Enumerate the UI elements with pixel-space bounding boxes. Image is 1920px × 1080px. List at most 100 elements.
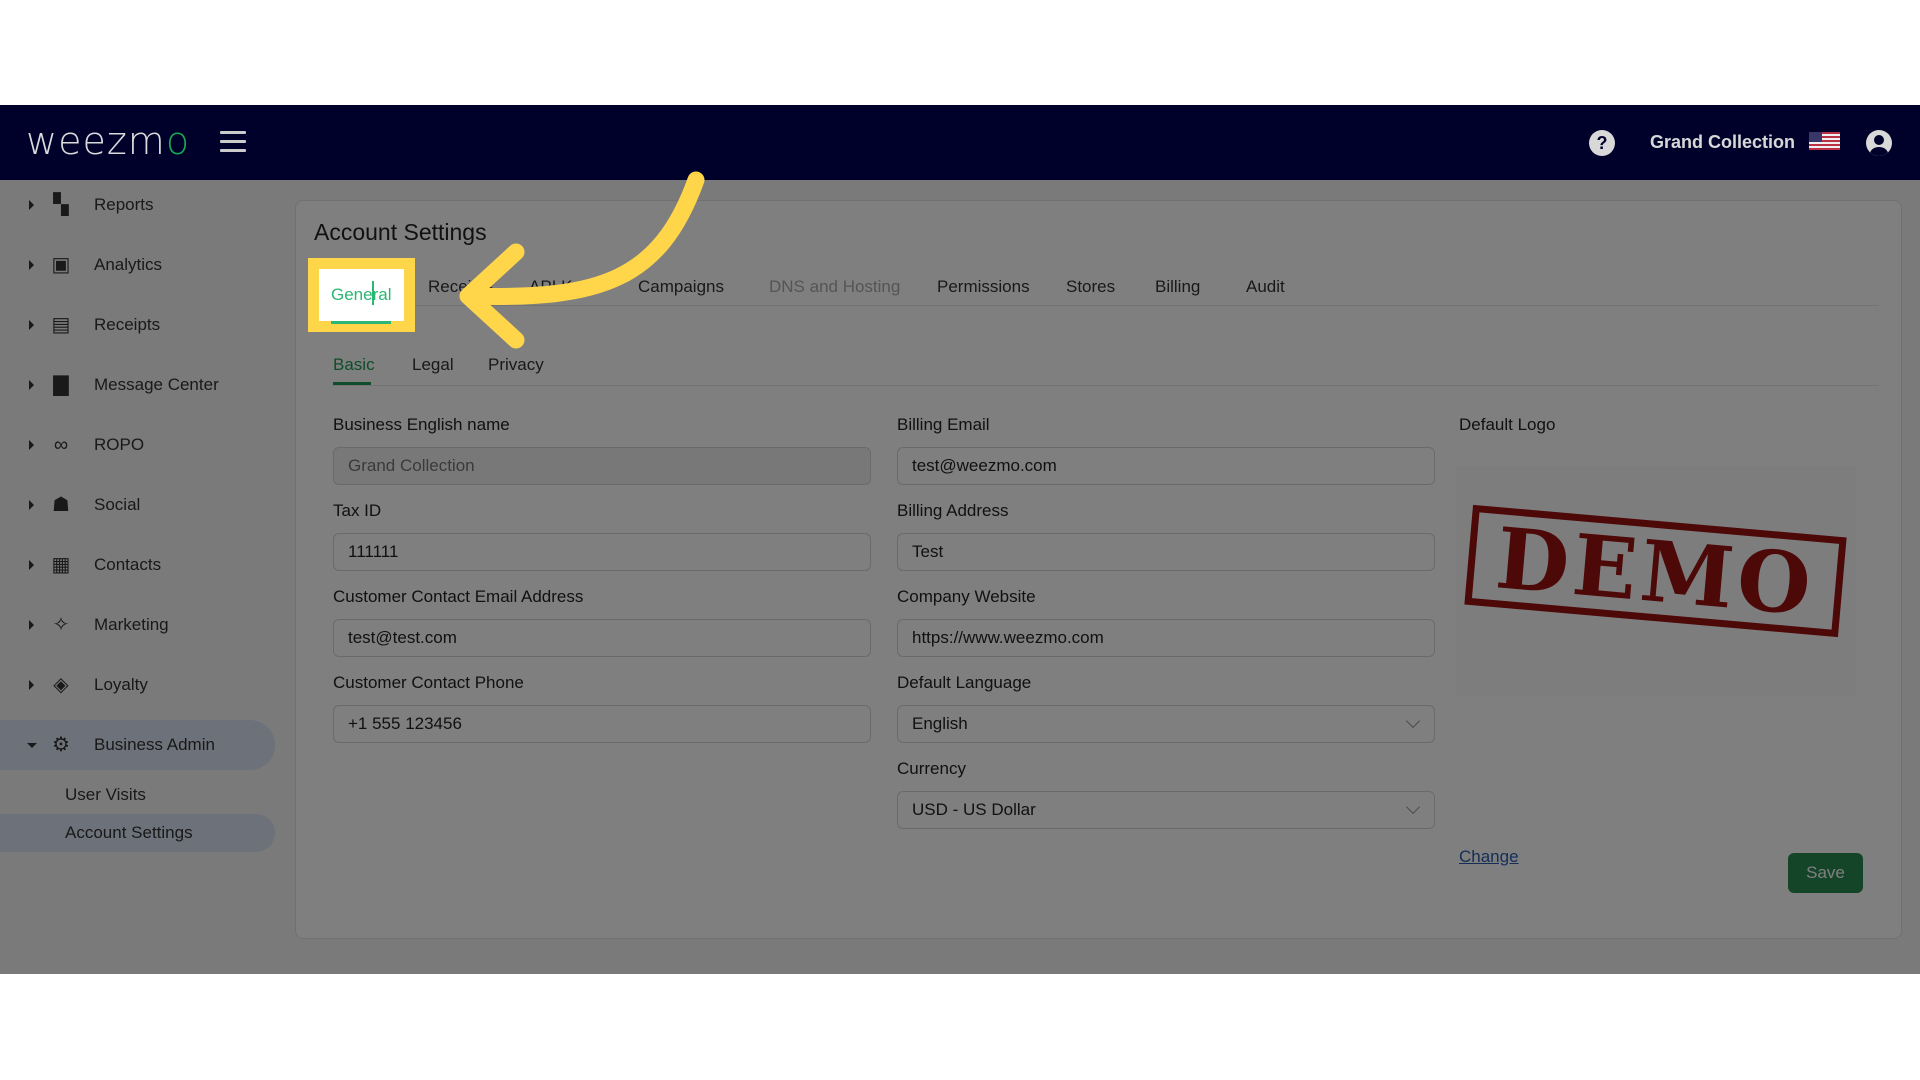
- default-logo-image: DEMO: [1456, 466, 1856, 696]
- dashboard-icon: ▚: [53, 194, 69, 216]
- customer-contact-email-input[interactable]: [333, 619, 871, 657]
- billing-email-label: Billing Email: [897, 415, 990, 434]
- tab-audit[interactable]: Audit: [1246, 277, 1285, 297]
- caret-right-icon: [29, 620, 34, 630]
- sidebar-subitem-label: User Visits: [65, 785, 146, 804]
- settings-tabs: General Receipts API Keys Campaigns DNS …: [314, 265, 1879, 306]
- billing-address-label: Billing Address: [897, 501, 1009, 520]
- business-english-name-input: [333, 447, 871, 485]
- sidebar-subitem-label: Account Settings: [65, 823, 193, 842]
- general-subtabs: Basic Legal Privacy: [333, 343, 1879, 386]
- sidebar-item-label: Business Admin: [94, 735, 215, 754]
- caret-right-icon: [29, 560, 34, 570]
- app-window: weezmo ? Grand Collection ▚ Reports ▣ Anal…: [0, 105, 1920, 974]
- page-title: Account Settings: [314, 219, 487, 245]
- sidebar: ▚ Reports ▣ Analytics ▤ Receipts ▇ Message C…: [0, 180, 285, 974]
- header-dim-overlay: [0, 105, 1920, 180]
- subtab-basic[interactable]: Basic: [333, 355, 375, 375]
- sidebar-subitem-account-settings[interactable]: Account Settings: [0, 814, 275, 852]
- default-language-label: Default Language: [897, 673, 1032, 692]
- caret-right-icon: [29, 260, 34, 270]
- receipt-icon: ▤: [51, 314, 71, 336]
- caret-right-icon: [29, 500, 34, 510]
- subtab-legal[interactable]: Legal: [412, 355, 454, 375]
- subtab-privacy[interactable]: Privacy: [488, 355, 544, 375]
- sidebar-item-ropo[interactable]: ∞ ROPO: [0, 420, 275, 470]
- help-icon[interactable]: ?: [1589, 130, 1615, 156]
- party-popper-icon: ✧: [52, 614, 70, 636]
- user-avatar-icon[interactable]: [1866, 130, 1892, 156]
- chat-icon: ▇: [53, 374, 69, 396]
- sidebar-item-label: ROPO: [94, 435, 145, 454]
- sidebar-item-business-admin[interactable]: ⚙ Business Admin: [0, 720, 275, 770]
- sidebar-item-reports[interactable]: ▚ Reports: [0, 180, 275, 230]
- chevron-down-icon: [1405, 799, 1421, 815]
- customer-contact-email-label: Customer Contact Email Address: [333, 587, 584, 606]
- account-settings-card: Account Settings General Receipts API Ke…: [295, 200, 1902, 939]
- currency-label: Currency: [897, 759, 966, 778]
- sidebar-item-analytics[interactable]: ▣ Analytics: [0, 240, 275, 290]
- text-cursor: [372, 281, 374, 305]
- company-website-input[interactable]: [897, 619, 1435, 657]
- sidebar-item-label: Analytics: [94, 255, 163, 274]
- tab-stores[interactable]: Stores: [1066, 277, 1115, 297]
- logo-text: weezm: [26, 119, 166, 163]
- sidebar-item-message-center[interactable]: ▇ Message Center: [0, 360, 275, 410]
- sidebar-item-label: Contacts: [94, 555, 162, 574]
- tax-id-label: Tax ID: [333, 501, 382, 520]
- caret-down-icon: [27, 742, 37, 748]
- customer-contact-phone-input[interactable]: [333, 705, 871, 743]
- demo-stamp: DEMO: [1464, 504, 1847, 638]
- active-subtab-indicator: [333, 382, 371, 385]
- change-logo-link[interactable]: Change: [1459, 847, 1519, 867]
- caret-right-icon: [29, 200, 34, 210]
- tax-id-input[interactable]: [333, 533, 871, 571]
- chevron-down-icon: [1405, 713, 1421, 729]
- billing-email-input[interactable]: [897, 447, 1435, 485]
- save-button[interactable]: Save: [1788, 853, 1863, 893]
- tab-api-keys[interactable]: API Keys: [529, 277, 599, 297]
- contact-card-icon: ▦: [51, 554, 71, 576]
- us-flag-icon[interactable]: [1809, 132, 1840, 150]
- weezmo-logo[interactable]: weezmo: [26, 119, 190, 163]
- logo-accent: o: [165, 119, 191, 163]
- tab-receipts[interactable]: Receipts: [428, 277, 494, 297]
- top-header: weezmo ? Grand Collection: [0, 105, 1920, 180]
- caret-right-icon: [29, 320, 34, 330]
- tab-permissions[interactable]: Permissions: [937, 277, 1030, 297]
- gear-icon: ⚙: [52, 734, 70, 756]
- tab-dns-and-hosting: DNS and Hosting: [769, 277, 901, 296]
- sidebar-item-label: Loyalty: [94, 675, 148, 694]
- people-icon: ☗: [52, 494, 70, 516]
- sidebar-item-marketing[interactable]: ✧ Marketing: [0, 600, 275, 650]
- sidebar-item-loyalty[interactable]: ◈ Loyalty: [0, 660, 275, 710]
- sidebar-item-label: Reports: [94, 195, 154, 214]
- caret-right-icon: [29, 680, 34, 690]
- menu-toggle-icon[interactable]: [220, 131, 246, 153]
- bar-chart-icon: ▣: [51, 254, 71, 276]
- sidebar-item-label: Social: [94, 495, 141, 514]
- sidebar-item-label: Receipts: [94, 315, 161, 334]
- default-language-select[interactable]: English: [897, 705, 1435, 743]
- currency-value: USD - US Dollar: [912, 800, 1036, 819]
- default-logo-label: Default Logo: [1459, 415, 1556, 434]
- tab-billing[interactable]: Billing: [1155, 277, 1200, 297]
- sidebar-item-receipts[interactable]: ▤ Receipts: [0, 300, 275, 350]
- sidebar-item-social[interactable]: ☗ Social: [0, 480, 275, 530]
- caret-right-icon: [29, 440, 34, 450]
- billing-address-input[interactable]: [897, 533, 1435, 571]
- tab-campaigns[interactable]: Campaigns: [638, 277, 724, 297]
- sidebar-subitem-user-visits[interactable]: User Visits: [0, 776, 275, 814]
- sidebar-item-label: Message Center: [94, 375, 219, 394]
- store-selector[interactable]: Grand Collection: [1650, 132, 1795, 153]
- infinity-icon: ∞: [53, 434, 69, 456]
- default-language-value: English: [912, 714, 968, 733]
- business-english-name-label: Business English name: [333, 415, 510, 434]
- currency-select[interactable]: USD - US Dollar: [897, 791, 1435, 829]
- caret-right-icon: [29, 380, 34, 390]
- tab-highlight-callout: General: [308, 258, 415, 332]
- sidebar-item-contacts[interactable]: ▦ Contacts: [0, 540, 275, 590]
- customer-contact-phone-label: Customer Contact Phone: [333, 673, 524, 692]
- tag-heart-icon: ◈: [53, 674, 69, 696]
- highlighted-tab-general[interactable]: General: [331, 285, 391, 305]
